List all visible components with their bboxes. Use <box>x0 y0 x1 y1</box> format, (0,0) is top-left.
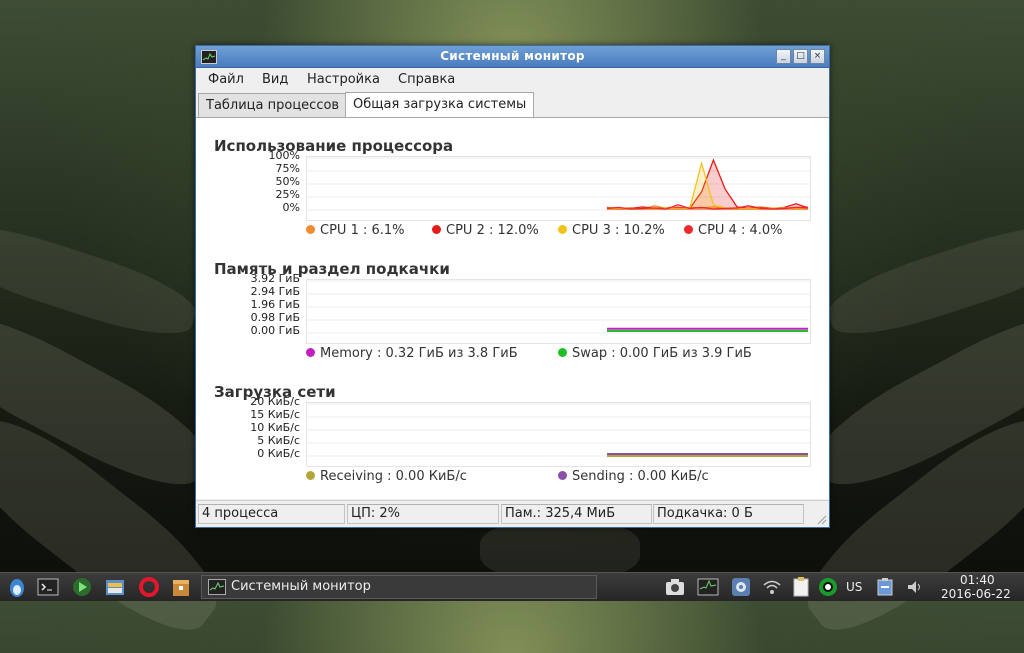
wallpaper-plank <box>0 211 203 349</box>
memory-graph <box>306 279 811 344</box>
wallpaper-plank <box>480 520 640 580</box>
minimize-button[interactable]: _ <box>776 49 791 64</box>
menu-settings[interactable]: Настройка <box>307 72 380 87</box>
legend-color-swatch[interactable] <box>306 471 315 480</box>
legend-label: Memory : 0.32 ГиБ из 3.8 ГиБ <box>320 346 518 361</box>
menu-bar: Файл Вид Настройка Справка <box>196 68 829 90</box>
start-menu-icon[interactable] <box>6 576 28 598</box>
screenshot-icon[interactable] <box>664 576 686 598</box>
update-manager-icon[interactable] <box>730 576 752 598</box>
legend-label: Sending : 0.00 КиБ/с <box>572 469 709 484</box>
package-manager-icon[interactable] <box>170 576 192 598</box>
cpu-legend-item[interactable]: CPU 4 : 4.0% <box>684 223 783 238</box>
system-monitor-window: Системный монитор _ □ × Файл Вид Настрой… <box>195 45 830 528</box>
cpu-y-tick: 75% <box>275 162 300 175</box>
tab-bar: Таблица процессов Общая загрузка системы <box>196 90 829 118</box>
clipboard-icon[interactable] <box>790 576 812 598</box>
system-monitor-task-icon <box>208 579 226 595</box>
network-y-tick: 5 КиБ/с <box>257 434 300 447</box>
window-title: Системный монитор <box>440 49 585 63</box>
legend-color-swatch[interactable] <box>684 225 693 234</box>
task-label: Системный монитор <box>231 579 371 594</box>
memory-y-tick: 0.00 ГиБ <box>250 324 300 337</box>
network-y-tick: 10 КиБ/с <box>250 421 300 434</box>
keyboard-layout-indicator[interactable]: US <box>846 580 862 594</box>
tab-system-load[interactable]: Общая загрузка системы <box>345 92 535 117</box>
memory-y-tick: 2.94 ГиБ <box>250 285 300 298</box>
legend-color-swatch[interactable] <box>558 225 567 234</box>
resources-panel: Использование процессора Память и раздел… <box>196 118 829 499</box>
cpu-y-tick: 25% <box>275 188 300 201</box>
media-player-icon[interactable] <box>71 576 93 598</box>
cpu-y-tick: 100% <box>268 149 300 162</box>
taskbar-task-system-monitor[interactable]: Системный монитор <box>201 575 597 599</box>
taskbar: Системный монитор US 01:40 2016-06-22 <box>0 572 1024 601</box>
status-cpu: ЦП: 2% <box>347 504 499 524</box>
legend-label: Swap : 0.00 ГиБ из 3.9 ГиБ <box>572 346 752 361</box>
window-titlebar[interactable]: Системный монитор _ □ × <box>196 46 829 68</box>
cpu-y-tick: 0% <box>282 201 300 214</box>
network-legend-item[interactable]: Sending : 0.00 КиБ/с <box>558 469 709 484</box>
legend-color-swatch[interactable] <box>558 471 567 480</box>
network-y-tick: 15 КиБ/с <box>250 408 300 421</box>
battery-icon[interactable] <box>874 576 896 598</box>
status-memory: Пам.: 325,4 МиБ <box>501 504 652 524</box>
tray-green-circle-icon[interactable] <box>817 576 839 598</box>
network-y-tick: 0 КиБ/с <box>257 447 300 460</box>
network-legend-item[interactable]: Receiving : 0.00 КиБ/с <box>306 469 467 484</box>
tray-system-monitor-icon[interactable] <box>697 576 719 598</box>
status-processes: 4 процесса <box>198 504 345 524</box>
menu-help[interactable]: Справка <box>398 72 455 87</box>
legend-label: CPU 1 : 6.1% <box>320 223 405 238</box>
maximize-button[interactable]: □ <box>793 49 808 64</box>
menu-view[interactable]: Вид <box>262 72 288 87</box>
status-swap: Подкачка: 0 Б <box>653 504 804 524</box>
memory-legend-item[interactable]: Swap : 0.00 ГиБ из 3.9 ГиБ <box>558 346 752 361</box>
cpu-legend-item[interactable]: CPU 3 : 10.2% <box>558 223 665 238</box>
network-y-tick: 20 КиБ/с <box>250 395 300 408</box>
tab-process-table[interactable]: Таблица процессов <box>198 93 348 117</box>
cpu-series-area <box>607 163 808 210</box>
clock-time[interactable]: 01:40 <box>960 573 995 587</box>
file-manager-icon[interactable] <box>104 576 126 598</box>
cpu-y-tick: 50% <box>275 175 300 188</box>
opera-browser-icon[interactable] <box>138 576 160 598</box>
network-graph <box>306 402 811 467</box>
legend-color-swatch[interactable] <box>306 225 315 234</box>
legend-color-swatch[interactable] <box>432 225 441 234</box>
memory-y-tick: 0.98 ГиБ <box>250 311 300 324</box>
memory-y-tick: 3.92 ГиБ <box>250 272 300 285</box>
legend-label: Receiving : 0.00 КиБ/с <box>320 469 467 484</box>
legend-label: CPU 4 : 4.0% <box>698 223 783 238</box>
status-bar: 4 процесса ЦП: 2% Пам.: 325,4 МиБ Подкач… <box>196 500 829 527</box>
memory-y-tick: 1.96 ГиБ <box>250 298 300 311</box>
volume-icon[interactable] <box>904 576 926 598</box>
wifi-icon[interactable] <box>761 576 783 598</box>
terminal-icon[interactable] <box>37 576 59 598</box>
cpu-legend-item[interactable]: CPU 2 : 12.0% <box>432 223 539 238</box>
menu-file[interactable]: Файл <box>208 72 244 87</box>
cpu-legend-item[interactable]: CPU 1 : 6.1% <box>306 223 405 238</box>
close-button[interactable]: × <box>810 49 825 64</box>
memory-legend-item[interactable]: Memory : 0.32 ГиБ из 3.8 ГиБ <box>306 346 518 361</box>
legend-color-swatch[interactable] <box>558 348 567 357</box>
legend-color-swatch[interactable] <box>306 348 315 357</box>
cpu-graph <box>306 156 811 221</box>
legend-label: CPU 3 : 10.2% <box>572 223 665 238</box>
wallpaper-plank <box>821 211 1024 349</box>
resize-grip-icon[interactable] <box>817 515 827 525</box>
clock-date[interactable]: 2016-06-22 <box>941 587 1011 601</box>
legend-label: CPU 2 : 12.0% <box>446 223 539 238</box>
